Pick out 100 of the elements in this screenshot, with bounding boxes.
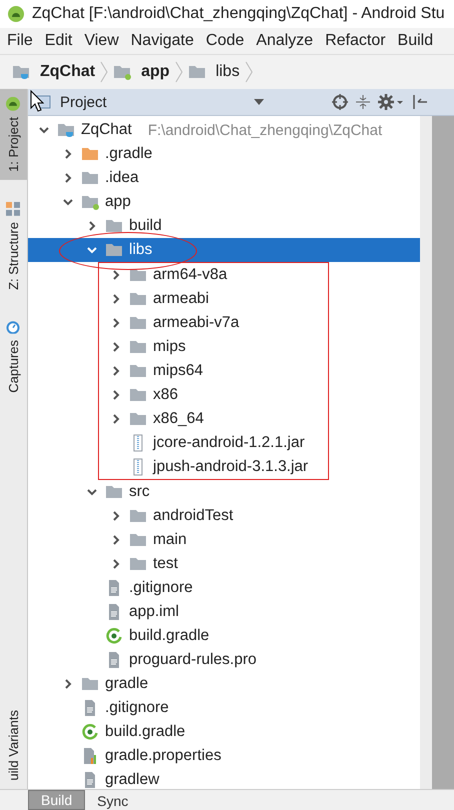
tree-row[interactable]: build.gradle <box>28 624 420 648</box>
breadcrumb-item[interactable]: libs <box>188 63 240 81</box>
tree-item-label: androidTest <box>153 507 234 525</box>
tree-row[interactable]: .idea <box>28 166 420 190</box>
folder-icon <box>113 64 132 80</box>
tree-row[interactable]: src <box>28 480 420 504</box>
tree-item-label: .idea <box>105 169 139 187</box>
tree-row[interactable]: jpush-android-3.1.3.jar <box>99 455 328 479</box>
tree-item-label: test <box>153 555 178 573</box>
android-logo-icon <box>8 6 24 22</box>
tree-row[interactable]: .gradle <box>28 142 420 166</box>
tree-row[interactable]: app <box>28 190 420 214</box>
chevron-icon <box>174 61 183 83</box>
folder-icon <box>81 170 99 186</box>
bottom-tab[interactable]: Sync <box>85 792 140 810</box>
tree-row[interactable]: build.gradle <box>28 720 420 744</box>
collapse-all-icon[interactable] <box>356 94 370 110</box>
window-title: ZqChat [F:\android\Chat_zhengqing\ZqChat] - Android Stu <box>32 5 445 23</box>
tree-row[interactable]: x86 <box>99 383 328 407</box>
scrollbar[interactable] <box>420 116 454 789</box>
panel-title[interactable]: Project <box>60 94 107 110</box>
menu-item[interactable]: Navigate <box>130 32 194 50</box>
side-tab[interactable]: 1: Project <box>0 89 27 180</box>
folder-icon <box>129 411 147 427</box>
tree-item-label: build.gradle <box>105 723 186 741</box>
dropdown-caret-icon[interactable] <box>254 99 264 105</box>
tree-item-label: jcore-android-1.2.1.jar <box>153 434 305 452</box>
tree-item-label: proguard-rules.pro <box>129 651 257 669</box>
tree-item-label: app <box>105 193 131 211</box>
project-path: F:\android\Chat_zhengqing\ZqChat <box>148 122 382 138</box>
tree-row[interactable]: .gitignore <box>28 696 420 720</box>
tree-item-label: jpush-android-3.1.3.jar <box>153 458 308 476</box>
menu-item[interactable]: Analyze <box>256 32 314 50</box>
tree-row[interactable]: x86_64 <box>99 407 328 431</box>
menu-item[interactable]: Code <box>206 32 244 50</box>
folder-icon <box>129 363 147 379</box>
folder-icon <box>129 291 147 307</box>
properties-file-icon <box>81 747 99 765</box>
tree-item-label: .gitignore <box>105 699 169 717</box>
tree-item-label: .gitignore <box>129 579 193 597</box>
tree-item-label: app.iml <box>129 603 179 621</box>
menu-item[interactable]: Refactor <box>325 32 386 50</box>
tree-row[interactable]: gradle.properties <box>28 744 420 768</box>
structure-icon <box>6 202 20 216</box>
tree-row[interactable]: libs <box>28 238 420 262</box>
tree-item-label: x86_64 <box>153 410 204 428</box>
settings-icon[interactable] <box>378 94 404 110</box>
tree-row[interactable]: test <box>28 552 420 576</box>
menu-item[interactable]: File <box>7 32 33 50</box>
folder-icon <box>129 532 147 548</box>
tree-row[interactable]: build <box>28 214 420 238</box>
breadcrumb-item[interactable]: app <box>113 63 170 81</box>
folder-icon <box>129 387 147 403</box>
tree-row[interactable]: gradlew <box>28 768 420 792</box>
side-tab[interactable]: uild Variants <box>0 702 27 789</box>
tree-row[interactable]: app.iml <box>28 600 420 624</box>
tree-item-label: armeabi <box>153 290 209 308</box>
tree-item-label: mips <box>153 338 186 356</box>
tree-row[interactable]: ZqChat F:\android\Chat_zhengqing\ZqChat <box>28 118 420 142</box>
folder-icon <box>105 484 123 500</box>
folder-icon <box>105 218 123 234</box>
folder-icon <box>129 315 147 331</box>
sync-ring-icon <box>105 627 123 645</box>
folder-icon <box>81 146 99 162</box>
tree-item-label: gradle <box>105 675 148 693</box>
tree-item-label: .gradle <box>105 145 152 163</box>
folder-icon <box>129 339 147 355</box>
tree-row[interactable]: mips <box>99 335 328 359</box>
side-tab[interactable]: Captures <box>0 312 27 401</box>
folder-icon <box>81 194 99 210</box>
tree-row[interactable]: .gitignore <box>28 576 420 600</box>
tree-item-label: build.gradle <box>129 627 210 645</box>
tree-row[interactable]: proguard-rules.pro <box>28 648 420 672</box>
locate-target-icon[interactable] <box>332 94 348 110</box>
android-icon <box>6 97 20 111</box>
breadcrumb-item[interactable]: ZqChat <box>12 63 96 81</box>
tree-row[interactable]: main <box>28 528 420 552</box>
tree-item-label: src <box>129 483 150 501</box>
tree-item-label: build <box>129 217 162 235</box>
tree-row[interactable]: mips64 <box>99 359 328 383</box>
stopwatch-icon <box>6 320 20 334</box>
tree-row[interactable]: armeabi <box>99 287 328 311</box>
chevron-icon <box>100 61 108 83</box>
folder-icon <box>57 122 75 138</box>
menu-item[interactable]: Build <box>398 32 434 50</box>
side-tab[interactable]: Z: Structure <box>0 194 27 298</box>
menu-item[interactable]: Edit <box>44 32 72 50</box>
tree-row[interactable]: arm64-v8a <box>99 263 328 287</box>
tree-row[interactable]: gradle <box>28 672 420 696</box>
folder-icon <box>188 64 206 80</box>
tree-row[interactable]: androidTest <box>28 504 420 528</box>
tree-row[interactable]: jcore-android-1.2.1.jar <box>99 431 328 455</box>
tree-item-label: gradle.properties <box>105 747 222 765</box>
tree-item-label: libs <box>129 241 152 259</box>
folder-icon <box>81 676 99 692</box>
mouse-cursor-icon <box>30 90 44 112</box>
menu-item[interactable]: View <box>84 32 119 50</box>
tree-row[interactable]: armeabi-v7a <box>99 311 328 335</box>
hide-panel-icon[interactable] <box>412 94 428 110</box>
folder-icon <box>129 267 147 283</box>
